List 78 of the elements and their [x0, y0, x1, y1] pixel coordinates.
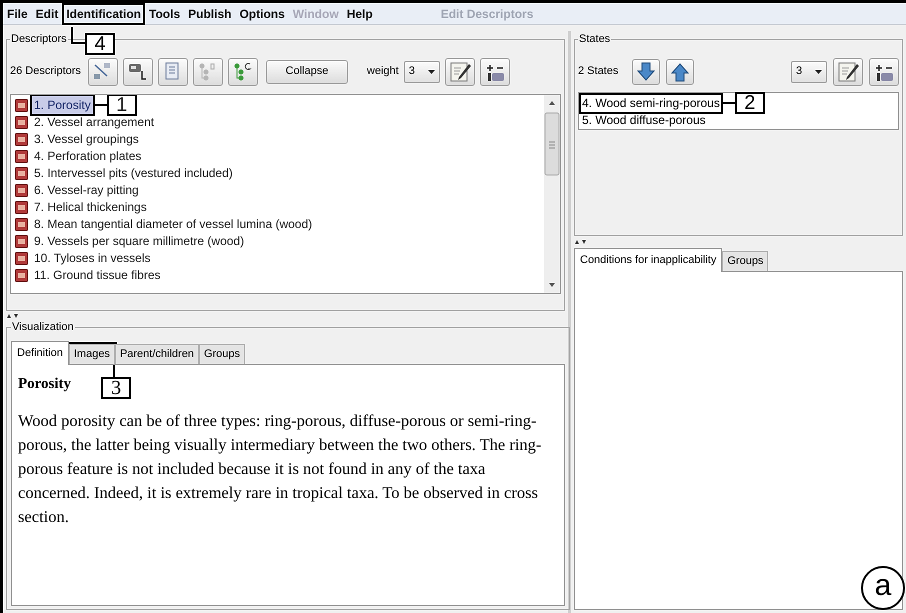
definition-title: Porosity — [18, 375, 72, 394]
edit-icon — [837, 60, 859, 82]
descriptor-item[interactable]: 8. Mean tangential diameter of vessel lumina (wood) — [32, 215, 314, 233]
leader-line — [94, 104, 107, 106]
menu-item[interactable]: Publish — [186, 4, 234, 22]
plus-minus-button[interactable] — [869, 58, 899, 86]
menu-item[interactable]: Options — [237, 4, 287, 22]
tab[interactable]: Conditions for inapplicability — [574, 248, 722, 272]
splitter-arrows-icon[interactable] — [6, 313, 20, 319]
menu-item[interactable]: Tools — [147, 4, 182, 22]
move-up-button[interactable] — [666, 58, 694, 84]
menu-item[interactable]: File — [5, 4, 30, 22]
tree-button[interactable] — [228, 58, 258, 86]
state-count: 2 States — [578, 64, 618, 80]
tab[interactable]: Definition — [11, 340, 69, 364]
descriptor-item[interactable]: 7. Helical thickenings — [32, 198, 149, 216]
menu-item[interactable]: Edit — [34, 4, 60, 22]
tab[interactable]: Groups — [722, 251, 768, 271]
state-item[interactable]: 4. Wood semi-ring-porous — [581, 94, 721, 112]
tree-icon — [232, 60, 254, 82]
descriptor-icon — [15, 150, 28, 162]
descriptor-icon — [15, 184, 28, 196]
up-arrow-icon — [669, 60, 692, 82]
descriptor-item[interactable]: 2. Vessel arrangement — [32, 113, 156, 131]
edit-button[interactable] — [833, 58, 863, 86]
callout-label: 3 — [101, 376, 132, 398]
definition-text: Wood porosity can be of three types: ring-porous, diffuse-porous or semi-ring-porous, the latter being visually intermediary between the two others. The ring-porous feature is not included because it is not found in any of the taxa concerned. Indeed, it is extremely rare in tropical taxa. To be observed in cross section. — [18, 410, 542, 528]
descriptor-icon — [15, 200, 28, 214]
dropdown-value: 3 — [408, 64, 415, 80]
callout-label: 1 — [106, 94, 137, 116]
document-button[interactable] — [158, 58, 188, 86]
descriptor-icon — [15, 116, 28, 128]
sort-button[interactable] — [88, 58, 118, 86]
dropdown[interactable]: 3 — [791, 60, 827, 82]
splitter-arrows-icon[interactable] — [574, 239, 588, 245]
dropdown-value: 3 — [796, 64, 802, 80]
descriptor-item[interactable]: 10. Tyloses in vessels — [32, 249, 153, 267]
group-title: Descriptors — [10, 32, 68, 47]
descriptor-count: 26 Descriptors — [10, 64, 81, 80]
tab[interactable]: Groups — [198, 344, 246, 364]
tab[interactable]: Images — [68, 344, 115, 364]
caret-icon — [428, 70, 435, 74]
descriptor-item[interactable]: 5. Intervessel pits (vestured included) — [32, 164, 235, 182]
descriptor-item[interactable]: 6. Vessel-ray pitting — [32, 181, 141, 199]
descriptor-icon — [15, 234, 28, 248]
group-title: States — [578, 32, 612, 47]
scrollbar[interactable] — [544, 94, 560, 292]
descriptor-icon — [15, 218, 28, 230]
descriptor-icon — [15, 252, 28, 264]
edit-button[interactable] — [444, 58, 475, 86]
group-title: Visualization — [11, 320, 75, 335]
descriptor-item[interactable]: 3. Vessel groupings — [32, 130, 141, 148]
dropdown[interactable]: 3 — [404, 60, 440, 82]
descriptor-item[interactable]: 9. Vessels per square millimetre (wood) — [32, 232, 246, 250]
weight-label: weight — [366, 64, 399, 80]
descriptor-item[interactable]: 11. Ground tissue fibres — [32, 266, 163, 284]
tab[interactable]: Parent/children — [114, 344, 199, 364]
plus-minus-button[interactable] — [480, 58, 510, 86]
window-title: Edit Descriptors — [440, 6, 534, 22]
move-down-button[interactable] — [632, 58, 660, 84]
menu-item[interactable]: Identification — [64, 4, 144, 22]
descriptor-icon — [15, 166, 28, 180]
edit-icon — [448, 60, 471, 82]
leader-line — [113, 364, 116, 376]
leader-line — [722, 102, 735, 104]
descriptor-item[interactable]: 1. Porosity — [32, 96, 93, 114]
menu-item[interactable]: Help — [344, 4, 375, 22]
callout-label: 4 — [85, 33, 115, 55]
descriptor-icon — [15, 98, 28, 112]
callout-label: 2 — [734, 92, 765, 114]
number-button[interactable] — [122, 58, 153, 86]
collapse-button[interactable]: Collapse — [266, 60, 348, 84]
descriptor-icon — [15, 132, 28, 146]
descriptor-item[interactable]: 4. Perforation plates — [32, 147, 144, 165]
down-arrow-icon — [635, 60, 658, 82]
state-item[interactable]: 5. Wood diffuse-porous — [581, 112, 707, 128]
descriptor-icon — [15, 268, 28, 282]
caret-icon — [815, 70, 822, 74]
